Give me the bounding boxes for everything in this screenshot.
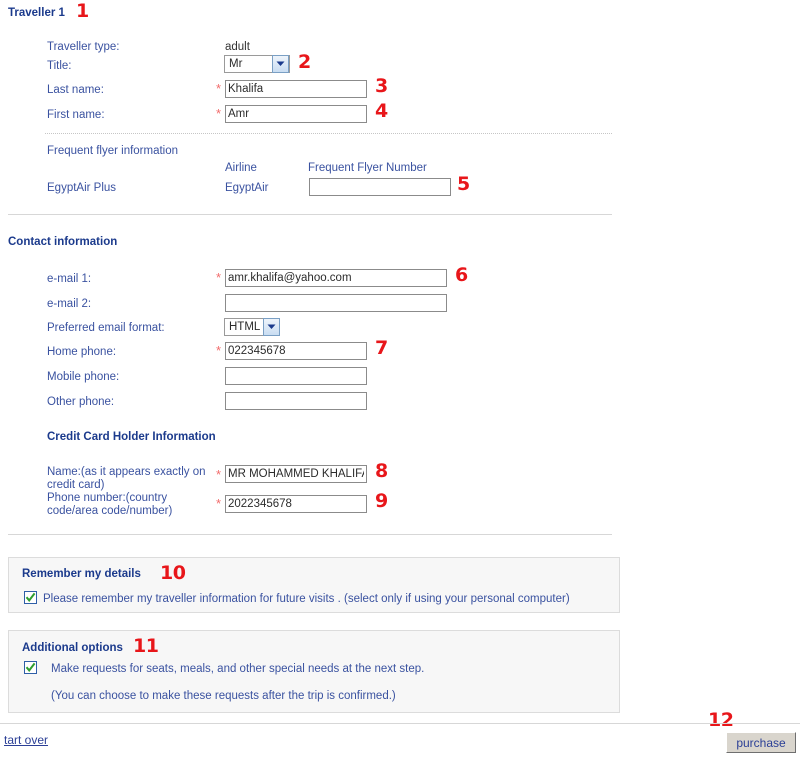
frequent-flyer-program-name: EgyptAir Plus [47, 182, 117, 194]
email-format-select-value: HTML [229, 321, 261, 333]
cc-name-label: Name:(as it appears exactly on credit ca… [47, 466, 217, 492]
divider-options [8, 534, 612, 535]
home-phone-input[interactable] [225, 342, 367, 360]
cc-phone-label-line1: Phone number:(country [47, 492, 168, 504]
annotation-12: 12 [708, 709, 734, 731]
annotation-10: 10 [160, 562, 186, 584]
frequent-flyer-airline-name: EgyptAir [225, 182, 269, 194]
cc-phone-label-line2: code/area code/number) [47, 505, 173, 517]
home-phone-label: Home phone: [47, 346, 117, 358]
additional-options-note: (You can choose to make these requests a… [51, 690, 396, 702]
credit-card-heading: Credit Card Holder Information [47, 431, 216, 443]
divider-footer [0, 723, 800, 724]
traveller-type-value: adult [225, 41, 250, 53]
annotation-7: 7 [375, 337, 388, 359]
annotation-2: 2 [298, 51, 311, 73]
email1-label: e-mail 1: [47, 273, 92, 285]
frequent-flyer-number-input[interactable] [309, 178, 451, 196]
remember-details-checkbox-label[interactable]: Please remember my traveller information… [43, 593, 570, 606]
annotation-8: 8 [375, 460, 388, 482]
remember-details-checkbox[interactable] [24, 591, 37, 604]
cc-phone-label: Phone number:(country code/area code/num… [47, 492, 217, 518]
contact-heading: Contact information [8, 236, 118, 248]
first-name-label: First name: [47, 109, 105, 121]
first-name-required-mark: * [216, 106, 222, 121]
last-name-input[interactable] [225, 80, 367, 98]
title-select-value: Mr [229, 58, 243, 70]
cc-phone-input[interactable] [225, 495, 367, 513]
annotation-9: 9 [375, 490, 388, 512]
other-phone-label: Other phone: [47, 396, 115, 408]
email-format-select[interactable]: HTML [224, 318, 281, 336]
traveller-type-label: Traveller type: [47, 41, 120, 53]
annotation-6: 6 [455, 264, 468, 286]
email1-input[interactable] [225, 269, 447, 287]
annotation-11: 11 [133, 635, 159, 657]
start-over-link[interactable]: tart over [4, 733, 48, 747]
email1-required-mark: * [216, 270, 222, 285]
cc-name-label-line1: Name:(as it appears exactly on [47, 466, 206, 478]
other-phone-input[interactable] [225, 392, 367, 410]
frequent-flyer-heading: Frequent flyer information [47, 145, 179, 157]
chevron-down-icon[interactable] [263, 318, 281, 336]
traveller-heading: Traveller 1 [8, 7, 65, 19]
cc-name-required-mark: * [216, 467, 222, 482]
mobile-phone-input[interactable] [225, 367, 367, 385]
last-name-required-mark: * [216, 81, 222, 96]
chevron-down-icon[interactable] [272, 55, 289, 73]
booking-traveller-form: Traveller 1 1 Traveller type: adult Titl… [0, 0, 800, 757]
email2-label: e-mail 2: [47, 298, 92, 310]
cc-name-input[interactable] [225, 465, 367, 483]
frequent-flyer-number-column-header: Frequent Flyer Number [308, 162, 427, 174]
annotation-4: 4 [375, 100, 388, 122]
mobile-phone-label: Mobile phone: [47, 371, 120, 383]
divider-dotted [45, 133, 612, 135]
annotation-5: 5 [457, 173, 470, 195]
additional-options-heading: Additional options [22, 642, 123, 654]
additional-options-checkbox[interactable] [24, 661, 37, 674]
purchase-button[interactable]: purchase [726, 732, 796, 753]
first-name-input[interactable] [225, 105, 367, 123]
last-name-label: Last name: [47, 84, 104, 96]
remember-details-heading: Remember my details [22, 568, 141, 580]
email2-input[interactable] [225, 294, 447, 312]
cc-name-label-line2: credit card) [47, 479, 105, 491]
annotation-1: 1 [76, 0, 89, 22]
cc-phone-required-mark: * [216, 496, 222, 511]
home-phone-required-mark: * [216, 343, 222, 358]
divider-contact [8, 214, 612, 215]
title-label: Title: [47, 60, 72, 72]
frequent-flyer-airline-column-header: Airline [225, 162, 257, 174]
annotation-3: 3 [375, 75, 388, 97]
additional-options-checkbox-label[interactable]: Make requests for seats, meals, and othe… [51, 663, 424, 676]
title-select[interactable]: Mr [224, 55, 290, 73]
email-format-label: Preferred email format: [47, 322, 165, 334]
